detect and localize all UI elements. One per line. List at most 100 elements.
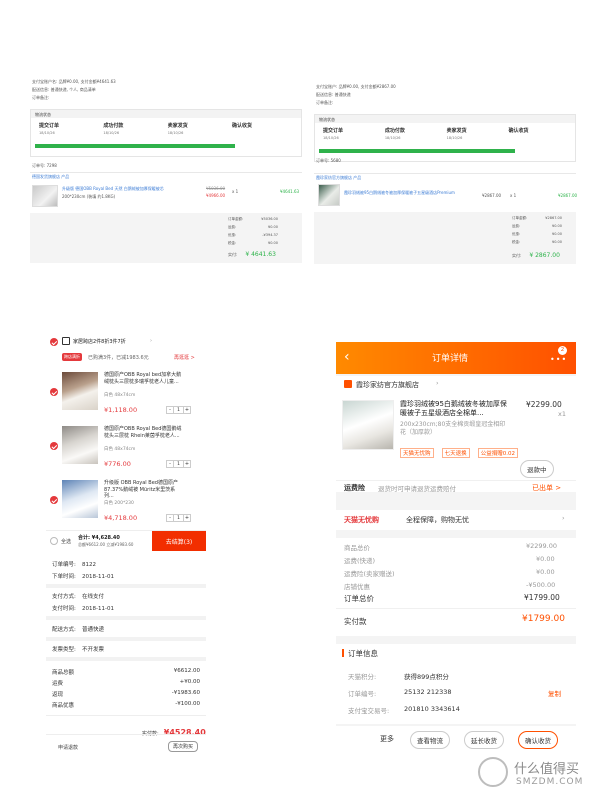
- tmall-guarantee-bar[interactable]: 天猫无忧购 全程保障，购物无忧 ›: [336, 510, 576, 530]
- step-received: 确认收货: [508, 128, 529, 134]
- product-title[interactable]: 霞珍羽绒被95白鹅绒被冬被加厚保暖被子五星级酒店全棉单...: [400, 400, 510, 418]
- checkout-button[interactable]: 去结算(3): [152, 531, 206, 551]
- paid-value: ¥1799.00: [522, 614, 565, 624]
- paid-amount: ¥4528.40: [163, 728, 206, 737]
- shop-link[interactable]: 德国发货旗舰店 产品: [32, 174, 69, 180]
- product-title[interactable]: 德国原产OBB Royal bed加拿大鹅绒枕头三层枕多瑞孚枕老人儿童...: [104, 372, 184, 385]
- amount-row: 返现 -¥1983.60: [52, 690, 200, 698]
- product-sku[interactable]: 白色 200*230: [104, 500, 134, 506]
- step-submit: 提交订单 18/10/26: [323, 128, 344, 140]
- divider: [30, 172, 302, 173]
- copy-link[interactable]: 复制: [548, 688, 561, 698]
- back-icon[interactable]: ‹: [344, 349, 350, 365]
- plus-button[interactable]: +: [183, 460, 191, 468]
- amount-label: 运费险(卖家赠送): [344, 570, 395, 578]
- product-thumbnail[interactable]: [32, 185, 58, 207]
- divider: [46, 584, 206, 588]
- status-tab[interactable]: 物流状态: [31, 110, 301, 118]
- chevron-right-icon: ›: [562, 514, 565, 522]
- product-title[interactable]: 霞珍羽绒被95白鹅绒被冬被加厚保暖被子五星级酒店Premium: [344, 190, 462, 196]
- step-paid: 成功付款 18/10/26: [103, 123, 124, 135]
- info-line-3: 订单备注:: [32, 95, 50, 100]
- product-price: ¥2299.00: [526, 400, 562, 409]
- divider: [46, 657, 206, 661]
- summary-row: 运费: ¥0.00: [512, 224, 562, 228]
- minus-button[interactable]: -: [166, 460, 174, 468]
- progress-bar: [35, 144, 235, 148]
- insurance-status[interactable]: 已出单 >: [532, 483, 561, 493]
- paid-total-row: 实付: ¥ 4641.63: [228, 251, 276, 258]
- item-checkbox[interactable]: [50, 442, 58, 450]
- minus-button[interactable]: -: [166, 514, 174, 522]
- tag: 七天退换: [441, 448, 470, 458]
- settle-bar: 全选 合计: ¥4,628.40 总额¥6612.00 立减¥1983.60 去…: [46, 530, 206, 551]
- product-qty: x1: [558, 410, 566, 418]
- pay-method-row: 支付方式: 在线支付: [52, 594, 105, 600]
- shop-icon: [344, 380, 352, 388]
- original-price: ¥2867.00: [482, 193, 502, 198]
- product-thumbnail[interactable]: [318, 184, 340, 206]
- alipay-value: 201810 3343614: [404, 705, 460, 713]
- product-title[interactable]: 升级版 OBB Royal Bed德国原产87.37%鹅绒被 Müritz米里茨…: [104, 480, 184, 500]
- promo-badge: 跨店满折: [62, 353, 82, 361]
- product-sku[interactable]: 白色 48x74cm: [104, 392, 135, 398]
- paid-row: 实付款: ¥4528.40: [142, 720, 206, 739]
- shop-name[interactable]: 家居跨店2件8折3件7折: [73, 338, 126, 345]
- order-info-card: 订单信息 天猫积分: 获得899点积分 订单编号: 25132 212338 复…: [336, 644, 576, 724]
- quantity-stepper: - 1 +: [166, 514, 191, 522]
- points-value: 获得899点积分: [404, 673, 449, 681]
- total-amount: 合计: ¥4,628.40: [78, 535, 120, 541]
- total-breakdown: 总额¥6612.00 立减¥1983.60: [78, 542, 134, 547]
- product-image[interactable]: [62, 426, 98, 464]
- select-all-label[interactable]: 全选: [61, 538, 71, 545]
- product-spec: 200*230cm (装填 约1.8KG): [62, 194, 116, 199]
- product-title[interactable]: 德国原产OBB Royal Bed德国鹅绒枕头三层枕 Rhein莱茵孚枕老人..…: [104, 426, 184, 439]
- quantity-value[interactable]: 1: [174, 460, 183, 468]
- promo-link[interactable]: 再逛逛 >: [174, 354, 195, 361]
- refund-status-button[interactable]: 退款中: [520, 460, 554, 478]
- extend-receipt-button[interactable]: 延长收货: [464, 731, 504, 749]
- logistics-button[interactable]: 查看物流: [410, 731, 450, 749]
- quantity-value[interactable]: 1: [174, 514, 183, 522]
- product-image[interactable]: [62, 480, 98, 518]
- chevron-right-icon: ›: [436, 379, 439, 387]
- divider: [336, 608, 576, 609]
- rebuy-button[interactable]: 再次购买: [168, 741, 199, 752]
- more-link[interactable]: 更多: [380, 734, 394, 744]
- quantity: x 1: [232, 189, 239, 194]
- shop-name[interactable]: 霞珍家纺官方旗舰店: [356, 380, 419, 390]
- tmall-order-detail-panel: ‹ 订单详情 ••• 2 霞珍家纺官方旗舰店 › 霞珍羽绒被95白鹅绒被冬被加厚…: [336, 342, 576, 752]
- product-price: ¥776.00: [104, 460, 131, 468]
- tag: 公益捐赠0.02: [477, 448, 518, 458]
- line-total: ¥2867.00: [558, 193, 578, 198]
- divider: [46, 715, 206, 716]
- confirm-receipt-button[interactable]: 确认收货: [518, 731, 558, 749]
- quantity-value[interactable]: 1: [174, 406, 183, 414]
- step-shipped: 卖家发货 18/10/26: [446, 128, 467, 140]
- divider: [46, 734, 206, 735]
- order-no-value: 25132 212338: [404, 688, 452, 696]
- plus-button[interactable]: +: [183, 514, 191, 522]
- insurance-label: 运费险: [344, 484, 365, 492]
- step-received: 确认收货: [232, 123, 253, 129]
- product-image[interactable]: [342, 400, 394, 450]
- status-tab[interactable]: 物流状态: [315, 115, 575, 123]
- shop-link[interactable]: 霞珍家纺官方旗舰店 产品: [316, 175, 361, 181]
- more-icon[interactable]: •••: [550, 355, 567, 364]
- refund-link[interactable]: 申请退款: [58, 744, 78, 751]
- item-checkbox[interactable]: [50, 388, 58, 396]
- product-price: ¥4,718.00: [104, 514, 138, 522]
- order-number: 订单号: 5680: [316, 158, 341, 163]
- summary-list: 订单金额: ¥5036.00 运费: ¥0.00 优惠: -¥394.37 税金: ¥0…: [228, 217, 278, 249]
- select-all-checkbox[interactable]: [50, 537, 58, 545]
- product-title[interactable]: 升级版 德国OBB Royal Bed 天然 白鹅绒被加厚保暖被芯: [62, 186, 172, 192]
- shop-select-checkbox[interactable]: [50, 338, 58, 346]
- message-badge[interactable]: 2: [558, 346, 567, 355]
- product-sku[interactable]: 白色 48x74cm: [104, 446, 135, 452]
- amount-label: 商品总价: [344, 544, 370, 552]
- item-checkbox[interactable]: [50, 496, 58, 504]
- product-image[interactable]: [62, 372, 98, 410]
- summary-area: 订单金额: ¥2867.00 运费: ¥0.00 优惠: ¥0.00 税金: ¥0.00…: [314, 212, 576, 264]
- plus-button[interactable]: +: [183, 406, 191, 414]
- minus-button[interactable]: -: [166, 406, 174, 414]
